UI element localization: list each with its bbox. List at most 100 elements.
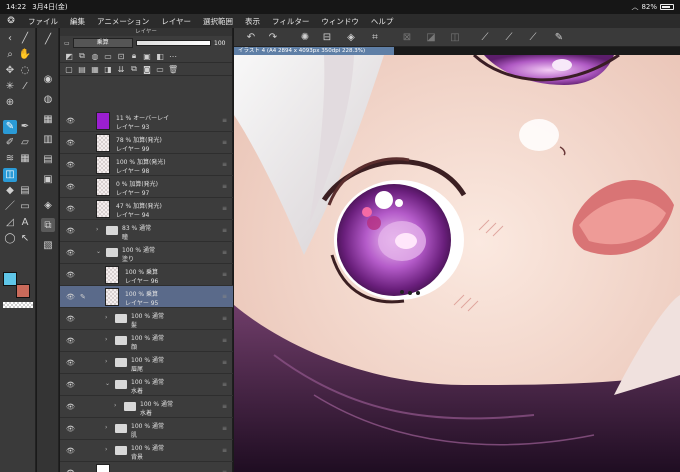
- drag-handle-icon[interactable]: ≡: [222, 271, 227, 278]
- folder-expand-icon[interactable]: ›: [105, 446, 107, 453]
- navigator-icon[interactable]: ◉: [41, 72, 55, 86]
- layer-row[interactable]: 👁︎ 0 % 加算(発光) レイヤー 97 ≡: [60, 176, 233, 198]
- visibility-eye-icon[interactable]: 👁︎: [66, 161, 75, 169]
- drag-handle-icon[interactable]: ≡: [222, 183, 227, 190]
- text-icon[interactable]: A: [18, 216, 32, 230]
- frame-icon[interactable]: ▭: [18, 200, 32, 214]
- collapse-icon[interactable]: ‹: [3, 32, 17, 46]
- canvas-tab[interactable]: イラスト 4 (A4 2894 x 4093px 350dpi 228.3%): [234, 47, 394, 55]
- redo-icon[interactable]: ↷: [266, 31, 280, 44]
- drag-handle-icon[interactable]: ≡: [222, 249, 227, 256]
- opacity-slider[interactable]: [135, 40, 211, 46]
- mask-add-icon[interactable]: ◙: [142, 65, 152, 74]
- undo-icon[interactable]: ↶: [244, 31, 258, 44]
- layer-row[interactable]: 👁︎ ⌄ 100 % 通常 水着 ≡: [60, 374, 233, 396]
- tool-property-icon[interactable]: ◈: [41, 198, 55, 212]
- visibility-eye-icon[interactable]: 👁︎: [66, 205, 75, 213]
- layer-row[interactable]: 👁︎ › 100 % 通常肌 ≡: [60, 418, 233, 440]
- visibility-eye-icon[interactable]: 👁︎: [66, 359, 75, 367]
- visibility-eye-icon[interactable]: 👁︎: [66, 183, 75, 191]
- clip-icon[interactable]: ⧉: [77, 51, 87, 61]
- menu-layer[interactable]: レイヤー: [155, 16, 197, 27]
- canvas-area[interactable]: [234, 55, 680, 472]
- folder-expand-icon[interactable]: ⌄: [105, 380, 110, 387]
- lock-icon[interactable]: 🔒︎: [129, 51, 139, 61]
- correct-line-icon[interactable]: ↖: [18, 232, 32, 246]
- drag-handle-icon[interactable]: ≡: [222, 293, 227, 300]
- clear-layer-icon[interactable]: ⊟: [320, 31, 334, 44]
- folder-expand-icon[interactable]: ⌄: [96, 248, 101, 255]
- drag-handle-icon[interactable]: ≡: [222, 447, 227, 454]
- color-wheel-icon[interactable]: ◍: [41, 92, 55, 106]
- menu-help[interactable]: ヘルプ: [365, 16, 400, 27]
- visibility-eye-icon[interactable]: 👁︎: [66, 315, 75, 323]
- visibility-eye-icon[interactable]: 👁︎: [66, 447, 75, 455]
- folder-expand-icon[interactable]: ›: [105, 314, 107, 321]
- layer-row[interactable]: 👁︎ 47 % 加算(発光) レイヤー 94 ≡: [60, 198, 233, 220]
- select-icon[interactable]: ⊕: [3, 96, 17, 110]
- drag-handle-icon[interactable]: ≡: [222, 403, 227, 410]
- layer-row[interactable]: 👁︎ 11 % オーバーレイ レイヤー 93 ≡: [60, 110, 233, 132]
- layer-row[interactable]: 👁︎ › 100 % 通常 眉尾 ≡: [60, 352, 233, 374]
- new-correction-icon[interactable]: ◨: [103, 65, 113, 74]
- layer-row[interactable]: 👁︎ › 100 % 通常顔 ≡: [60, 330, 233, 352]
- ruler-snap-icon[interactable]: ⟋: [478, 31, 492, 44]
- visibility-eye-icon[interactable]: 👁︎: [66, 293, 75, 301]
- menu-selection[interactable]: 選択範囲: [197, 16, 239, 27]
- visibility-eye-icon[interactable]: 👁︎: [66, 117, 75, 125]
- folder-expand-icon[interactable]: ›: [105, 424, 107, 431]
- trash-icon[interactable]: 🗑︎: [168, 65, 178, 74]
- copy-icon[interactable]: ⧉: [129, 64, 139, 74]
- snap-grid-icon[interactable]: ⟋: [526, 31, 540, 44]
- layer-row[interactable]: 👁︎ 78 % 加算(発光) レイヤー 99 ≡: [60, 132, 233, 154]
- blend-icon[interactable]: ≋: [3, 152, 17, 166]
- menu-animation[interactable]: アニメーション: [91, 16, 155, 27]
- layer-row[interactable]: 👁︎ › 83 % 通常瞳 ≡: [60, 220, 233, 242]
- text-layer-icon[interactable]: ◫: [3, 168, 17, 182]
- folder-expand-icon[interactable]: ›: [96, 226, 98, 233]
- visibility-eye-icon[interactable]: 👁︎: [66, 271, 75, 279]
- visibility-eye-icon[interactable]: 👁︎: [66, 227, 75, 235]
- blend-mode-select[interactable]: 乗算: [72, 38, 133, 48]
- zoom-icon[interactable]: ⌕: [3, 48, 17, 62]
- figure-icon[interactable]: ／: [3, 200, 17, 214]
- drag-handle-icon[interactable]: ≡: [222, 227, 227, 234]
- new-raster-icon[interactable]: ▢: [64, 65, 74, 74]
- ruler-icon[interactable]: ◿: [3, 216, 17, 230]
- drag-handle-icon[interactable]: ≡: [222, 337, 227, 344]
- visibility-eye-icon[interactable]: 👁︎: [66, 381, 75, 389]
- drag-handle-icon[interactable]: ≡: [222, 117, 227, 124]
- airbrush-icon[interactable]: ✐: [3, 136, 17, 150]
- reference-icon[interactable]: ◍: [90, 52, 100, 61]
- hand-icon[interactable]: ✋: [18, 48, 32, 62]
- layer-row[interactable]: 👁︎ › 100 % 通常 背景 ≡: [60, 440, 233, 462]
- new-vector-icon[interactable]: ▤: [77, 65, 87, 74]
- layer-lock-icon[interactable]: ◩: [64, 52, 74, 61]
- select-area-icon[interactable]: ◫: [448, 31, 462, 44]
- panel-toggle-icon[interactable]: ▭: [64, 40, 70, 47]
- drag-handle-icon[interactable]: ≡: [222, 359, 227, 366]
- pen-icon[interactable]: ╱: [18, 32, 32, 46]
- pen-icon[interactable]: ╱: [41, 32, 55, 46]
- select-invert-icon[interactable]: ◪: [424, 31, 438, 44]
- folder-expand-icon[interactable]: ›: [105, 336, 107, 343]
- gradient-icon[interactable]: ▤: [18, 184, 32, 198]
- color-icon[interactable]: ◧: [155, 52, 165, 61]
- sub-view-icon[interactable]: ▣: [41, 172, 55, 186]
- layer-row[interactable]: 👁︎用紙≡: [60, 462, 233, 472]
- layer-row[interactable]: 👁︎ › 100 % 通常 水着 ≡: [60, 396, 233, 418]
- visibility-eye-icon[interactable]: 👁︎: [66, 425, 75, 433]
- move-icon[interactable]: ✥: [3, 64, 17, 78]
- layer-row[interactable]: 👁︎ › 100 % 通常髪 ≡: [60, 308, 233, 330]
- drag-handle-icon[interactable]: ≡: [222, 381, 227, 388]
- visibility-eye-icon[interactable]: 👁︎: [66, 337, 75, 345]
- fill-icon[interactable]: ◆: [3, 184, 17, 198]
- history-icon[interactable]: ▥: [41, 132, 55, 146]
- settings-icon[interactable]: ⋯: [168, 52, 178, 61]
- drag-handle-icon[interactable]: ≡: [222, 139, 227, 146]
- pen-tool-icon[interactable]: ✎: [3, 120, 17, 134]
- mask-icon[interactable]: ▣: [142, 52, 152, 61]
- crop-icon[interactable]: ⌗: [368, 31, 382, 44]
- draft-icon[interactable]: ▭: [103, 52, 113, 61]
- balloon-icon[interactable]: ◯: [3, 232, 17, 246]
